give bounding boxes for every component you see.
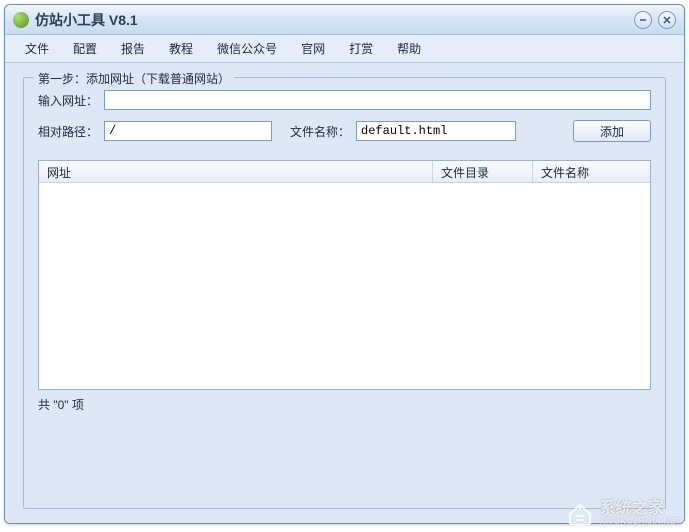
- menu-wechat[interactable]: 微信公众号: [207, 36, 287, 61]
- path-row: 相对路径： 文件名称： 添加: [38, 120, 651, 142]
- minimize-button[interactable]: [634, 11, 652, 29]
- table-body[interactable]: [39, 183, 650, 389]
- group-title: 第一步：添加网址（下载普通网站）: [34, 70, 234, 87]
- status-text: 共 "0" 项: [38, 396, 651, 413]
- status-suffix: " 项: [64, 398, 84, 412]
- close-icon: [663, 16, 671, 24]
- minimize-icon: [639, 16, 647, 24]
- menu-donate[interactable]: 打赏: [339, 36, 383, 61]
- main-window: 仿站小工具 V8.1 文件 配置 报告 教程 微信公众号 官网 打赏 帮助 第一…: [4, 4, 685, 524]
- content-area: 第一步：添加网址（下载普通网站） 输入网址： 相对路径： 文件名称： 添加 网址…: [5, 63, 684, 523]
- column-filename[interactable]: 文件名称: [533, 161, 650, 182]
- url-input[interactable]: [104, 90, 651, 110]
- menu-file[interactable]: 文件: [15, 36, 59, 61]
- window-controls: [634, 11, 676, 29]
- column-dir[interactable]: 文件目录: [433, 161, 533, 182]
- menu-official-site[interactable]: 官网: [291, 36, 335, 61]
- menu-tutorial[interactable]: 教程: [159, 36, 203, 61]
- status-prefix: 共 ": [38, 398, 58, 412]
- menubar: 文件 配置 报告 教程 微信公众号 官网 打赏 帮助: [5, 35, 684, 63]
- titlebar[interactable]: 仿站小工具 V8.1: [5, 5, 684, 35]
- filename-label: 文件名称：: [290, 123, 350, 140]
- url-row: 输入网址：: [38, 90, 651, 110]
- step-1-group: 第一步：添加网址（下载普通网站） 输入网址： 相对路径： 文件名称： 添加 网址…: [23, 77, 666, 509]
- path-label: 相对路径：: [38, 123, 98, 140]
- menu-config[interactable]: 配置: [63, 36, 107, 61]
- filename-input[interactable]: [356, 121, 516, 141]
- column-url[interactable]: 网址: [39, 161, 433, 182]
- url-table: 网址 文件目录 文件名称: [38, 160, 651, 390]
- window-title: 仿站小工具 V8.1: [35, 10, 634, 30]
- menu-report[interactable]: 报告: [111, 36, 155, 61]
- add-button[interactable]: 添加: [573, 120, 651, 142]
- path-input[interactable]: [104, 121, 272, 141]
- close-button[interactable]: [658, 11, 676, 29]
- url-label: 输入网址：: [38, 92, 98, 109]
- menu-help[interactable]: 帮助: [387, 36, 431, 61]
- table-header: 网址 文件目录 文件名称: [39, 161, 650, 183]
- app-icon: [13, 12, 29, 28]
